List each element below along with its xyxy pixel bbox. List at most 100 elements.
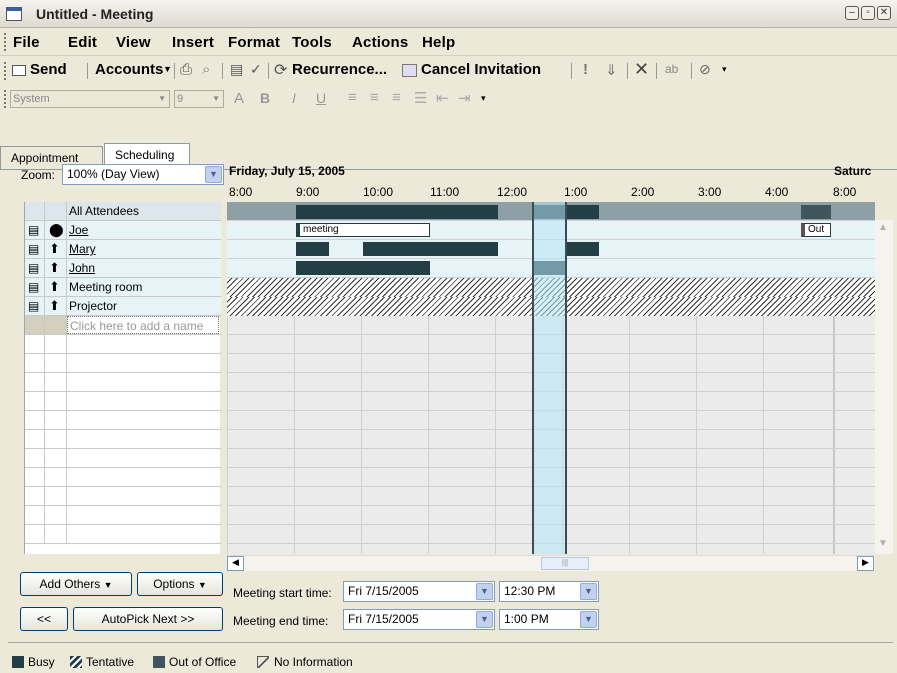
start-time-value: 12:30 PM xyxy=(504,584,556,598)
style-combo[interactable]: System ▼ xyxy=(10,90,170,108)
cancel-invitation-button[interactable]: Cancel Invitation xyxy=(421,61,541,78)
check-names-icon[interactable]: ✓ xyxy=(250,61,262,78)
align-right-icon[interactable]: ≡ xyxy=(392,89,401,106)
resource-icon[interactable]: ⬆ xyxy=(45,278,67,296)
bold-icon[interactable]: B xyxy=(260,90,270,106)
menu-file[interactable]: File xyxy=(13,34,40,51)
cell xyxy=(25,202,45,220)
chevron-down-icon: ▼ xyxy=(580,583,597,600)
spelling-icon[interactable]: ab xyxy=(665,62,678,76)
resource-icon[interactable]: ⬆ xyxy=(45,297,67,315)
toolbar-options-icon[interactable]: ▾ xyxy=(722,64,727,75)
increase-indent-icon[interactable]: ⇥ xyxy=(458,89,471,107)
close-button[interactable]: ✕ xyxy=(877,6,891,20)
minimize-button[interactable]: – xyxy=(845,6,859,20)
attendee-row-john[interactable]: ▤ ⬆ John xyxy=(25,259,221,278)
message-icon[interactable]: ▤ xyxy=(25,221,45,239)
busy-label: Out xyxy=(808,224,825,235)
scroll-thumb[interactable]: ||| xyxy=(541,557,589,570)
delete-icon[interactable]: ✕ xyxy=(634,59,649,80)
add-name-row[interactable]: Click here to add a name xyxy=(25,316,221,335)
separator xyxy=(268,63,269,79)
message-icon[interactable]: ▤ xyxy=(25,278,45,296)
menu-edit[interactable]: Edit xyxy=(68,34,97,51)
time-label: 8:00 xyxy=(833,185,857,199)
time-header: 8:00 9:00 10:00 11:00 12:00 1:00 2:00 3:… xyxy=(227,182,877,202)
attendee-row-projector[interactable]: ▤ ⬆ Projector xyxy=(25,297,221,316)
attendee-name[interactable]: Meeting room xyxy=(69,280,142,294)
required-attendee-icon[interactable]: ⬆ xyxy=(45,259,67,277)
standard-toolbar: Send Accounts ▼ ⎙ ⌕ ▤ ✓ ⟳ Recurrence... … xyxy=(0,58,897,84)
autopick-previous-button[interactable]: << xyxy=(20,607,68,631)
recurrence-button[interactable]: Recurrence... xyxy=(292,61,387,78)
menu-insert[interactable]: Insert xyxy=(172,34,214,51)
organizer-icon[interactable]: ⬤ xyxy=(45,221,67,239)
chevron-down-icon[interactable]: ▼ xyxy=(878,538,888,549)
attach-icon[interactable]: ⌕ xyxy=(202,61,210,78)
align-center-icon[interactable]: ≡ xyxy=(370,89,379,106)
attendee-name[interactable]: Mary xyxy=(69,242,96,256)
cell xyxy=(45,468,67,486)
zoom-select[interactable]: 100% (Day View) ▼ xyxy=(62,164,224,185)
attendee-name[interactable]: Projector xyxy=(69,299,117,313)
cell xyxy=(45,411,67,429)
accounts-button[interactable]: Accounts xyxy=(95,61,163,78)
importance-low-icon[interactable]: ⇓ xyxy=(605,61,618,79)
toolbar-grip[interactable] xyxy=(4,90,7,108)
vertical-scrollbar[interactable]: ▲ ▼ xyxy=(875,220,893,554)
decrease-indent-icon[interactable]: ⇤ xyxy=(436,89,449,107)
add-others-button[interactable]: Add Others ▼ xyxy=(20,572,132,596)
menu-view[interactable]: View xyxy=(116,34,151,51)
autopick-next-button[interactable]: AutoPick Next >> xyxy=(73,607,223,631)
align-left-icon[interactable]: ≡ xyxy=(348,89,357,106)
horizontal-scrollbar[interactable]: ◀ ||| ▶ xyxy=(227,555,875,571)
address-book-icon[interactable]: ▤ xyxy=(230,61,243,78)
menu-tools[interactable]: Tools xyxy=(292,34,332,51)
help-icon[interactable]: ⊘ xyxy=(699,61,711,78)
meeting-time-selection[interactable] xyxy=(532,202,567,554)
all-attendees-row: All Attendees xyxy=(25,202,221,221)
attendee-name[interactable]: Joe xyxy=(69,223,88,237)
start-time-select[interactable]: 12:30 PM ▼ xyxy=(499,581,599,602)
required-attendee-icon[interactable]: ⬆ xyxy=(45,240,67,258)
menu-format[interactable]: Format xyxy=(228,34,280,51)
start-date-select[interactable]: Fri 7/15/2005 ▼ xyxy=(343,581,495,602)
free-busy-grid[interactable]: meeting Out xyxy=(227,202,875,554)
maximize-button[interactable]: ▫ xyxy=(861,6,875,20)
scroll-left-button[interactable]: ◀ xyxy=(227,556,244,571)
bullets-icon[interactable]: ☰ xyxy=(414,89,427,107)
importance-high-icon[interactable]: ! xyxy=(583,61,588,78)
options-button[interactable]: Options ▼ xyxy=(137,572,223,596)
end-date-select[interactable]: Fri 7/15/2005 ▼ xyxy=(343,609,495,630)
time-label: 11:00 xyxy=(430,185,460,199)
underline-icon[interactable]: U xyxy=(316,90,326,106)
send-button[interactable]: Send xyxy=(30,61,67,78)
busy-block xyxy=(296,205,498,219)
font-size-combo[interactable]: 9 ▼ xyxy=(174,90,224,108)
attendee-row-meeting-room[interactable]: ▤ ⬆ Meeting room xyxy=(25,278,221,297)
toolbar-options-icon[interactable]: ▾ xyxy=(481,93,486,104)
attendee-name[interactable]: John xyxy=(69,261,95,275)
message-icon[interactable]: ▤ xyxy=(25,259,45,277)
toolbar-grip[interactable] xyxy=(4,33,7,51)
add-name-input[interactable]: Click here to add a name xyxy=(67,316,219,334)
menu-actions[interactable]: Actions xyxy=(352,34,408,51)
scroll-right-button[interactable]: ▶ xyxy=(857,556,874,571)
cell xyxy=(25,449,45,467)
font-color-icon[interactable]: A xyxy=(234,90,244,107)
attendee-row-mary[interactable]: ▤ ⬆ Mary xyxy=(25,240,221,259)
menu-help[interactable]: Help xyxy=(422,34,455,51)
cell xyxy=(25,354,45,372)
chevron-up-icon[interactable]: ▲ xyxy=(878,222,888,233)
toolbar-grip[interactable] xyxy=(4,62,7,80)
print-icon[interactable]: ⎙ xyxy=(180,61,192,78)
message-icon[interactable]: ▤ xyxy=(25,240,45,258)
separator xyxy=(691,63,692,79)
attendee-row-joe[interactable]: ▤ ⬤ Joe xyxy=(25,221,221,240)
end-time-select[interactable]: 1:00 PM ▼ xyxy=(499,609,599,630)
cell xyxy=(45,449,67,467)
empty-row xyxy=(25,506,221,525)
separator xyxy=(571,63,572,79)
italic-icon[interactable]: I xyxy=(292,90,296,106)
message-icon[interactable]: ▤ xyxy=(25,297,45,315)
